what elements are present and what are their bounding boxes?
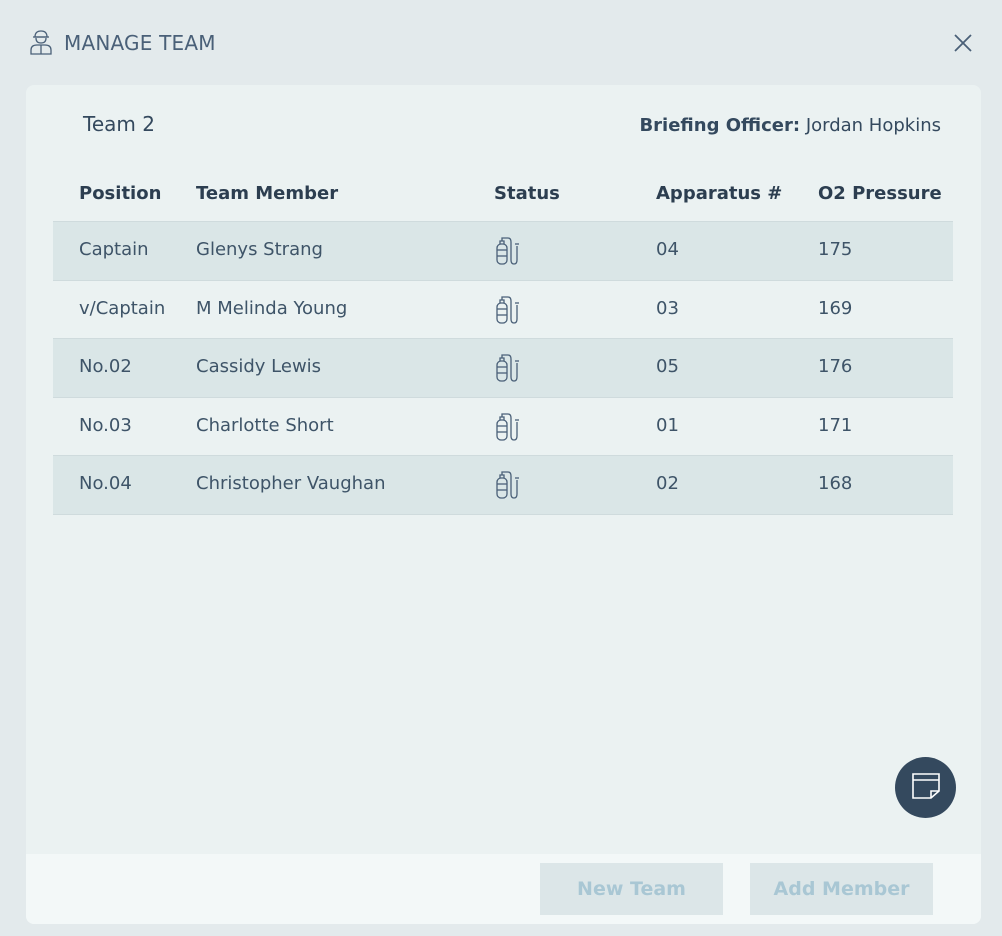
- table-row[interactable]: No.02 Cassidy Lewis 05 176: [53, 339, 953, 398]
- pressure-cell: 168: [818, 473, 853, 494]
- team-name: Team 2: [83, 112, 155, 136]
- table-header: Position Team Member Status Apparatus # …: [53, 173, 953, 222]
- briefing-officer-label: Briefing Officer:: [639, 115, 801, 136]
- note-icon: [910, 771, 942, 805]
- column-header-position: Position: [79, 183, 162, 204]
- table-row[interactable]: v/Captain M Melinda Young 03 169: [53, 281, 953, 339]
- team-table: Position Team Member Status Apparatus # …: [53, 173, 953, 515]
- team-card: Team 2 Briefing Officer: Jordan Hopkins …: [26, 85, 981, 924]
- apparatus-cell: 04: [656, 239, 679, 260]
- dialog-header: MANAGE TEAM: [0, 0, 1002, 86]
- dialog-footer: New Team Add Member: [26, 854, 981, 924]
- member-cell: Christopher Vaughan: [196, 473, 386, 494]
- notes-button[interactable]: [895, 757, 956, 818]
- column-header-status: Status: [494, 183, 560, 204]
- column-header-team-member: Team Member: [196, 183, 339, 204]
- member-cell: Cassidy Lewis: [196, 356, 322, 377]
- breathing-apparatus-icon: [494, 412, 524, 442]
- apparatus-cell: 01: [656, 414, 679, 436]
- new-team-button[interactable]: New Team: [540, 863, 723, 915]
- table-row[interactable]: No.04 Christopher Vaughan 02 168: [53, 456, 953, 515]
- pressure-cell: 175: [818, 239, 853, 260]
- breathing-apparatus-icon: [494, 295, 524, 325]
- briefing-officer-name: Jordan Hopkins: [805, 115, 941, 136]
- close-icon[interactable]: [950, 30, 976, 56]
- pressure-cell: 176: [818, 356, 853, 377]
- apparatus-cell: 05: [656, 356, 679, 377]
- table-row[interactable]: No.03 Charlotte Short 01 171: [53, 398, 953, 456]
- briefing-officer: Briefing Officer: Jordan Hopkins: [639, 115, 941, 136]
- dialog-title: MANAGE TEAM: [64, 31, 216, 55]
- position-cell: Captain: [79, 239, 149, 260]
- breathing-apparatus-icon: [494, 353, 524, 383]
- firefighter-user-icon: [29, 29, 53, 55]
- breathing-apparatus-icon: [494, 236, 524, 266]
- pressure-cell: 171: [818, 414, 853, 436]
- position-cell: No.02: [79, 356, 132, 377]
- pressure-cell: 169: [818, 297, 853, 319]
- apparatus-cell: 03: [656, 297, 679, 319]
- member-cell: Charlotte Short: [196, 414, 334, 436]
- position-cell: v/Captain: [79, 297, 166, 319]
- member-cell: M Melinda Young: [196, 297, 348, 319]
- column-header-apparatus: Apparatus #: [656, 183, 783, 204]
- add-member-button[interactable]: Add Member: [750, 863, 933, 915]
- breathing-apparatus-icon: [494, 470, 524, 500]
- table-row[interactable]: Captain Glenys Strang 04 175: [53, 222, 953, 281]
- apparatus-cell: 02: [656, 473, 679, 494]
- column-header-o2-pressure: O2 Pressure: [818, 183, 942, 204]
- member-cell: Glenys Strang: [196, 239, 323, 260]
- position-cell: No.04: [79, 473, 132, 494]
- position-cell: No.03: [79, 414, 132, 436]
